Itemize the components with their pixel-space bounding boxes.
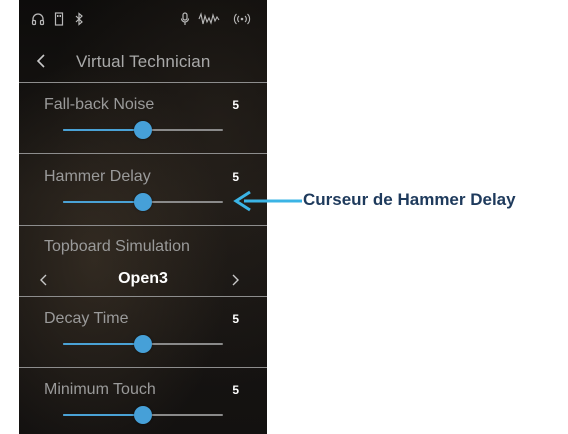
hammer-delay-slider[interactable]: [63, 192, 223, 212]
setting-label: Hammer Delay: [44, 168, 151, 185]
setting-label: Fall-back Noise: [44, 96, 155, 113]
slider-thumb[interactable]: [134, 121, 152, 139]
callout-label: Curseur de Hammer Delay: [303, 190, 516, 209]
headphones-icon: [30, 12, 46, 30]
setting-value: 5: [232, 383, 239, 397]
slider-fill: [63, 201, 143, 203]
setting-label: Topboard Simulation: [44, 238, 190, 255]
topboard-next-button[interactable]: [227, 270, 243, 290]
chevron-left-icon: [36, 54, 45, 68]
decay-time-slider[interactable]: [63, 334, 223, 354]
slider-fill: [63, 414, 143, 416]
slider-fill: [63, 343, 143, 345]
fallback-noise-slider[interactable]: [63, 120, 223, 140]
callout-arrow-icon: [233, 190, 302, 212]
mic-icon: [179, 12, 191, 30]
setting-value: 5: [232, 312, 239, 326]
wireless-icon: [231, 12, 253, 30]
header: Virtual Technician: [19, 44, 267, 80]
usb-icon: [53, 12, 65, 30]
back-button[interactable]: [33, 51, 49, 71]
bluetooth-icon: [73, 12, 85, 30]
status-bar: [19, 0, 267, 44]
audio-recorder-icon: [197, 12, 221, 30]
slider-thumb[interactable]: [134, 335, 152, 353]
page-title: Virtual Technician: [76, 52, 211, 71]
setting-value: 5: [232, 98, 239, 112]
setting-value: 5: [232, 170, 239, 184]
divider: [19, 225, 267, 226]
slider-thumb[interactable]: [134, 406, 152, 424]
divider: [19, 82, 267, 83]
chevron-right-icon: [232, 274, 239, 286]
piano-screen: Virtual Technician Fall-back Noise 5 Ham…: [19, 0, 267, 434]
divider: [19, 367, 267, 368]
setting-label: Minimum Touch: [44, 381, 156, 398]
divider: [19, 153, 267, 154]
minimum-touch-slider[interactable]: [63, 405, 223, 425]
setting-label: Decay Time: [44, 310, 129, 327]
slider-thumb[interactable]: [134, 193, 152, 211]
slider-fill: [63, 129, 143, 131]
divider: [19, 296, 267, 297]
